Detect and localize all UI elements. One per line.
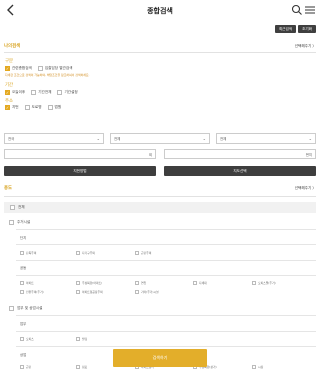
section-title: 나의검색 — [4, 44, 21, 49]
category-commercial[interactable]: 업무 및 상업시설 — [9, 306, 42, 311]
category-label: 구분 — [5, 59, 14, 64]
fold-toggle[interactable]: 선택해주기 〉 — [295, 44, 316, 49]
checkbox-empty-icon — [20, 251, 24, 255]
subcategory-label: 공동 — [20, 266, 27, 270]
checkbox-empty-icon — [10, 205, 15, 210]
option-country-house[interactable]: 전원주택(주거) — [20, 290, 44, 294]
usage-section-header[interactable]: 용도 선택해주기 〉 — [0, 182, 320, 194]
divider — [16, 244, 316, 245]
chevron-down-icon: ⌄ — [308, 136, 312, 141]
map-select-button[interactable]: 지도선택 — [164, 166, 316, 176]
chevron-down-icon: ⌄ — [96, 136, 100, 141]
checkbox-empty-icon — [9, 220, 14, 225]
district-select[interactable]: 전체 ⌄ — [216, 133, 316, 144]
checkbox-checked-icon: ✓ — [5, 105, 10, 110]
option-apartment[interactable]: 아파트 — [20, 281, 34, 285]
checkbox-empty-icon — [20, 365, 24, 369]
section-title: 용도 — [4, 186, 13, 191]
divider — [4, 196, 316, 197]
app-header: 종합검색 — [0, 0, 320, 22]
checkbox-court[interactable]: 법원 — [47, 105, 61, 110]
checkbox-empty-icon — [20, 281, 24, 285]
checkbox-empty-icon — [24, 105, 30, 110]
hamburger-menu-icon[interactable] — [304, 4, 316, 16]
subcategory-label: 상업 — [20, 353, 27, 357]
search-submit-button[interactable]: 검색하기 — [113, 349, 207, 367]
option-multiplex[interactable]: 다세대 — [193, 281, 207, 285]
checkbox-empty-icon — [37, 66, 43, 71]
checkbox-empty-icon — [76, 290, 80, 294]
divider — [16, 229, 316, 230]
checkbox-after-today[interactable]: ✓ 오늘이후 — [5, 90, 25, 95]
page-title: 종합검색 — [147, 7, 173, 15]
action-toolbar: 최근검색 초기화 — [0, 22, 320, 38]
lot-method-button[interactable]: 지번방법 — [4, 166, 156, 176]
checkbox-empty-icon — [252, 281, 256, 285]
divider — [16, 331, 316, 332]
address-label: 주소 — [5, 99, 14, 104]
checkbox-lot-number[interactable]: ✓ 지번 — [5, 105, 19, 110]
city-select[interactable]: 전체 ⌄ — [110, 133, 210, 144]
checkbox-empty-icon — [20, 290, 24, 294]
lot-sub-input[interactable]: 번지 — [164, 149, 316, 159]
option-officetel[interactable]: 오피스텔(주거) — [252, 281, 276, 285]
checkbox-empty-icon — [252, 365, 256, 369]
option-building[interactable]: 빌딩 — [76, 337, 87, 341]
checkbox-empty-icon — [76, 251, 80, 255]
subcategory-label: 업무 — [20, 322, 27, 326]
checkbox-empty-icon — [9, 306, 14, 311]
option-detached-house[interactable]: 단독주택 — [20, 251, 36, 255]
checkbox-checked-icon: ✓ — [5, 66, 10, 71]
option-multi-family[interactable]: 다가구주택 — [76, 251, 95, 255]
option-mixed-use-apartment[interactable]: 주상복합(아파트) — [76, 281, 102, 285]
address-options: ✓ 지번 도로명 법원 — [0, 105, 320, 110]
option-other-residential[interactable]: 기타(주거)시설 — [135, 290, 159, 294]
period-options: ✓ 오늘이후 기간전체 기간설정 — [0, 90, 320, 95]
category-residential[interactable]: 주거시설 — [9, 220, 30, 225]
option-market[interactable]: 시장 — [252, 365, 263, 369]
option-office[interactable]: 오피스 — [20, 337, 34, 341]
fold-toggle[interactable]: 선택해주기 〉 — [295, 186, 316, 191]
checkbox-empty-icon — [193, 281, 197, 285]
category-options: ✓ 관련총합검색 입찰담당 열관검색 — [0, 66, 320, 71]
recent-search-button[interactable]: 최근검색 — [274, 25, 297, 33]
divider — [4, 52, 316, 53]
province-select[interactable]: 전국 ⌄ — [4, 133, 104, 144]
my-search-section-header[interactable]: 나의검색 선택해주기 〉 — [0, 40, 320, 52]
checkbox-bid-search[interactable]: 입찰담당 열관검색 — [37, 66, 72, 71]
checkbox-empty-icon — [47, 105, 53, 110]
reset-button[interactable]: 초기화 — [298, 25, 316, 33]
search-icon[interactable] — [291, 4, 303, 16]
divider — [16, 275, 316, 276]
checkbox-all-period[interactable]: 기간전체 — [31, 90, 51, 95]
period-label: 기간 — [5, 83, 14, 88]
option-row-house[interactable]: 연립 — [135, 281, 146, 285]
divider — [16, 260, 316, 261]
option-store[interactable]: 점포 — [76, 365, 87, 369]
lot-main-input[interactable]: 외 — [4, 149, 156, 159]
checkbox-empty-icon — [20, 337, 24, 341]
subcategory-label: 단지 — [20, 236, 27, 240]
checkbox-empty-icon — [135, 251, 139, 255]
checkbox-empty-icon — [31, 90, 37, 95]
option-neighborhood-shop[interactable]: 근린 — [20, 365, 31, 369]
checkbox-checked-icon: ✓ — [5, 90, 10, 95]
checkbox-custom-period[interactable]: 기간설정 — [57, 90, 78, 95]
checkbox-road-name[interactable]: 도로명 — [24, 105, 42, 110]
checkbox-empty-icon — [135, 281, 139, 285]
checkbox-empty-icon — [76, 365, 80, 369]
option-factory-house[interactable]: 아파트형공장주택 — [76, 290, 103, 294]
chevron-down-icon: ⌄ — [202, 136, 206, 141]
checkbox-empty-icon — [76, 281, 80, 285]
usage-all-row[interactable]: 전체 — [4, 202, 316, 213]
checkbox-empty-icon — [57, 90, 63, 95]
checkbox-empty-icon — [135, 290, 139, 294]
checkbox-empty-icon — [76, 337, 80, 341]
divider — [16, 315, 316, 316]
category-note: 다세한 조건으로 검색이 가능하며, 해당조건을 참조하셔서 검색하세요. — [5, 73, 90, 77]
option-neighborhood-house[interactable]: 근린주택 — [135, 251, 151, 255]
divider — [16, 346, 316, 347]
back-arrow-icon[interactable] — [4, 3, 18, 17]
checkbox-total-search[interactable]: ✓ 관련총합검색 — [5, 66, 32, 71]
